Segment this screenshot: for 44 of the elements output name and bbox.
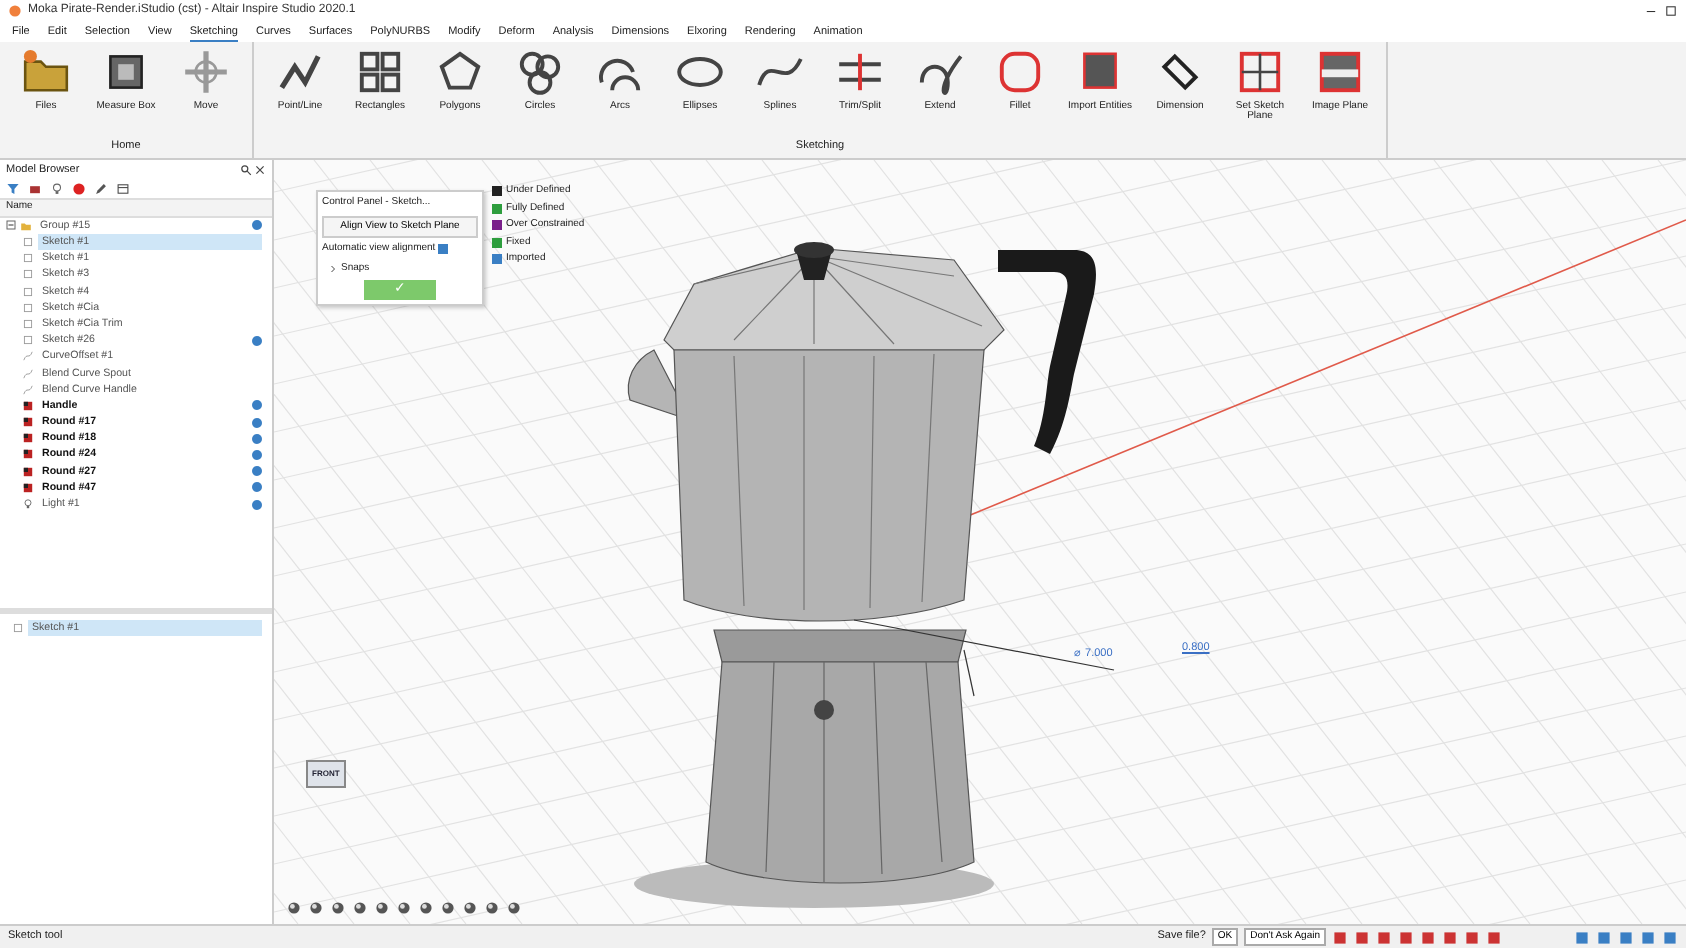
square-icon (22, 301, 34, 314)
part-icon (22, 399, 34, 412)
search-icon[interactable] (239, 164, 251, 177)
app-logo-icon (8, 3, 22, 17)
visible-icon[interactable] (252, 335, 262, 346)
square-icon (12, 621, 24, 634)
chevron-icon[interactable] (328, 263, 338, 274)
visible-icon[interactable] (252, 499, 262, 510)
part-icon (22, 416, 34, 429)
visible-icon[interactable] (252, 220, 262, 231)
square-icon (22, 334, 34, 347)
folder-icon (20, 46, 72, 98)
pencil-icon[interactable] (94, 182, 108, 197)
part-icon (22, 481, 34, 494)
bulb-icon[interactable] (50, 182, 64, 197)
group-icon (20, 219, 32, 232)
folder-icon[interactable] (28, 182, 42, 197)
checkbox[interactable] (438, 244, 449, 255)
visible-icon[interactable] (252, 449, 262, 460)
fillet-icon (994, 46, 1046, 98)
plane-icon (1234, 46, 1286, 98)
square-icon (22, 317, 34, 330)
visible-icon[interactable] (252, 482, 262, 493)
visible-icon[interactable] (252, 417, 262, 428)
part-icon (22, 432, 34, 445)
collapse-icon[interactable] (6, 220, 16, 231)
maximize-icon[interactable] (1664, 3, 1678, 17)
square-icon (22, 268, 34, 281)
window-icon[interactable] (116, 182, 130, 197)
part-icon (22, 448, 34, 461)
move-arrows-icon (180, 46, 232, 98)
square-icon (22, 285, 34, 298)
visible-icon[interactable] (252, 466, 262, 477)
visible-icon[interactable] (252, 400, 262, 411)
square-icon (22, 236, 34, 249)
circles-icon (514, 46, 566, 98)
square-icon (22, 252, 34, 265)
squares-icon (354, 46, 406, 98)
close-icon[interactable] (254, 164, 266, 177)
visible-icon[interactable] (252, 433, 262, 444)
filter-icon[interactable] (6, 182, 20, 197)
stop-icon[interactable] (72, 182, 86, 197)
bulb-icon (22, 498, 34, 511)
part-icon (22, 465, 34, 478)
